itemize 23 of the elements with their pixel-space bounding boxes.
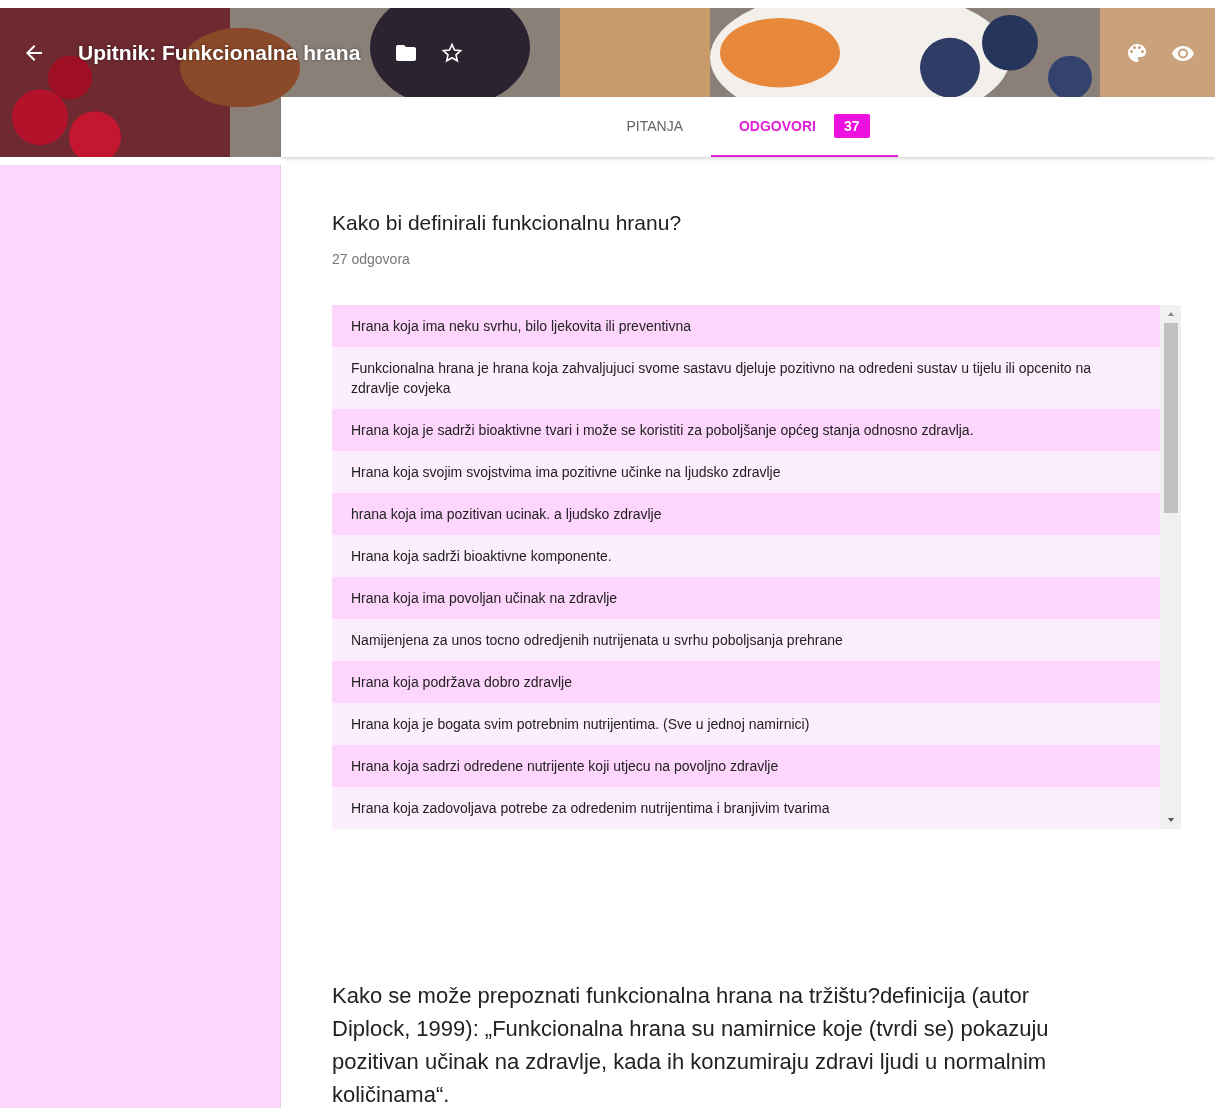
tab[interactable]: ODGOVORI 37 (710, 97, 898, 157)
response-row: Hrana koja podržava dobro zdravlje (332, 661, 1160, 703)
response-row: Namijenjena za unos tocno odredjenih nutrijenata u svrhu poboljsanja prehrane (332, 619, 1160, 661)
star-icon[interactable] (440, 41, 465, 65)
form-title: Upitnik: Funkcionalna hrana (78, 41, 361, 65)
response-row: Hrana koja zadovoljava potrebe za odredenim nutrijentima i branjivim tvarima (332, 787, 1160, 829)
response-row: Hrana koja ima neku svrhu, bilo ljekovita ili preventivna (332, 305, 1160, 347)
response-row: Hrana koja je sadrži bioaktivne tvari i može se koristiti za poboljšanje općeg stanja odnosno zdravlja. (332, 409, 1160, 451)
question-text: Kako se može prepoznati funkcionalna hrana na tržištu?definicija (autor Diplock, 1999): „Funkcionalna hrana su namirnice koje (tvrdi se) pokazuju pozitivan učinak na zdravlje, kada ih konzumiraju zdravi ljudi u normalnim količinama“. (332, 982, 1050, 1108)
response-row: Hrana koja sadrži bioaktivne komponente. (332, 535, 1160, 577)
response-row: Hrana koja je bogata svim potrebnim nutrijentima. (Sve u jednoj namirnici) (332, 703, 1160, 745)
response-row: Hrana koja ima povoljan učinak na zdravlje (332, 577, 1160, 619)
response-row: Funkcionalna hrana je hrana koja zahvaljujuci svome sastavu djeluje pozitivno na odredeni sustav u tijelu ili opcenito na zdravlje covjeka (332, 347, 1160, 409)
response-row: Hrana koja sadrzi odredene nutrijente koji utjecu na povoljno zdravlje (332, 745, 1160, 787)
tab[interactable]: PITANJA (598, 97, 711, 157)
scrollbar-thumb[interactable] (1163, 323, 1178, 513)
scrollbar[interactable] (1160, 305, 1181, 829)
count-badge: 37 (834, 114, 870, 138)
response-row: Hrana koja svojim svojstvima ima pozitivne učinke na ljudsko zdravlje (332, 451, 1160, 493)
question-title: Kako bi definirali funkcionalnu hranu? (332, 211, 683, 235)
response-count: 27 odgovora (332, 251, 411, 267)
palette-icon[interactable] (1125, 41, 1149, 65)
response-row: hrana koja ima pozitivan ucinak. a ljudsko zdravlje (332, 493, 1160, 535)
